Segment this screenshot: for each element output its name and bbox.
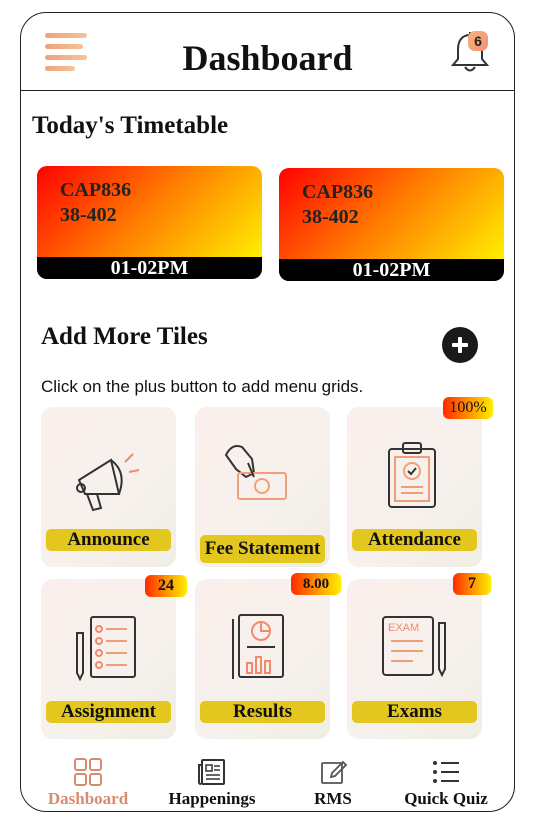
course-code: CAP836 (302, 181, 374, 203)
edit-note-icon (321, 760, 348, 784)
tile-results[interactable]: Results (195, 579, 330, 739)
nav-happenings[interactable]: Happenings (157, 757, 267, 809)
timetable-card[interactable]: CAP836 38-402 01-02PM (37, 166, 262, 279)
notification-badge: 6 (468, 31, 488, 51)
svg-text:EXAM: EXAM (388, 622, 419, 634)
room-number: 38-402 (60, 204, 117, 226)
page-title: Dashboard (182, 38, 353, 78)
tile-label: Announce (46, 529, 171, 551)
timetable-card[interactable]: CAP836 38-402 01-02PM (279, 168, 504, 281)
timetable-time: 01-02PM (279, 259, 504, 281)
header: Dashboard 6 (21, 13, 514, 91)
clipboard-check-icon (388, 442, 436, 508)
tile-label: Exams (352, 701, 477, 723)
tile-announce[interactable]: Announce (41, 407, 176, 567)
app-frame: Dashboard 6 Today's Timetable CAP836 38-… (20, 12, 515, 812)
add-tile-button[interactable] (442, 327, 478, 363)
tile-label: Attendance (352, 529, 477, 551)
tile-exams[interactable]: EXAM Exams (347, 579, 482, 739)
payment-hand-icon (224, 445, 287, 500)
report-chart-icon (232, 614, 284, 679)
tile-assignment[interactable]: Assignment (41, 579, 176, 739)
nav-label: Dashboard (47, 789, 129, 808)
assignment-badge: 24 (145, 575, 187, 597)
course-code: CAP836 (60, 179, 132, 201)
bottom-nav: Dashboard Happenings RMS Quick Quiz (21, 749, 514, 811)
tile-label: Results (200, 701, 325, 723)
nav-label: RMS (314, 789, 352, 808)
megaphone-icon (76, 453, 140, 512)
timetable-title: Today's Timetable (32, 112, 229, 139)
tiles-section-title: Add More Tiles (41, 323, 208, 350)
tile-fee-statement[interactable]: Fee Statement (195, 407, 330, 567)
tile-label: Assignment (46, 701, 171, 723)
tiles-hint: Click on the plus button to add menu gri… (41, 377, 364, 396)
attendance-badge: 100% (443, 397, 493, 419)
exams-badge: 7 (453, 573, 491, 595)
nav-label: Happenings (168, 789, 256, 808)
nav-label: Quick Quiz (404, 789, 488, 808)
nav-dashboard[interactable]: Dashboard (33, 757, 143, 809)
nav-rms[interactable]: RMS (278, 757, 388, 809)
room-number: 38-402 (302, 206, 359, 228)
results-badge: 8.00 (291, 573, 341, 595)
timetable-time: 01-02PM (37, 257, 262, 279)
list-icon (433, 761, 459, 783)
tile-label: Fee Statement (200, 535, 325, 563)
timetable-course: CAP836 38-402 (60, 178, 131, 228)
checklist-pencil-icon (76, 616, 136, 682)
tile-attendance[interactable]: Attendance (347, 407, 482, 567)
nav-quick-quiz[interactable]: Quick Quiz (391, 757, 501, 809)
newspaper-icon (198, 759, 225, 785)
grid-icon (74, 758, 102, 786)
exam-paper-icon: EXAM (382, 616, 446, 678)
timetable-course: CAP836 38-402 (302, 180, 373, 230)
